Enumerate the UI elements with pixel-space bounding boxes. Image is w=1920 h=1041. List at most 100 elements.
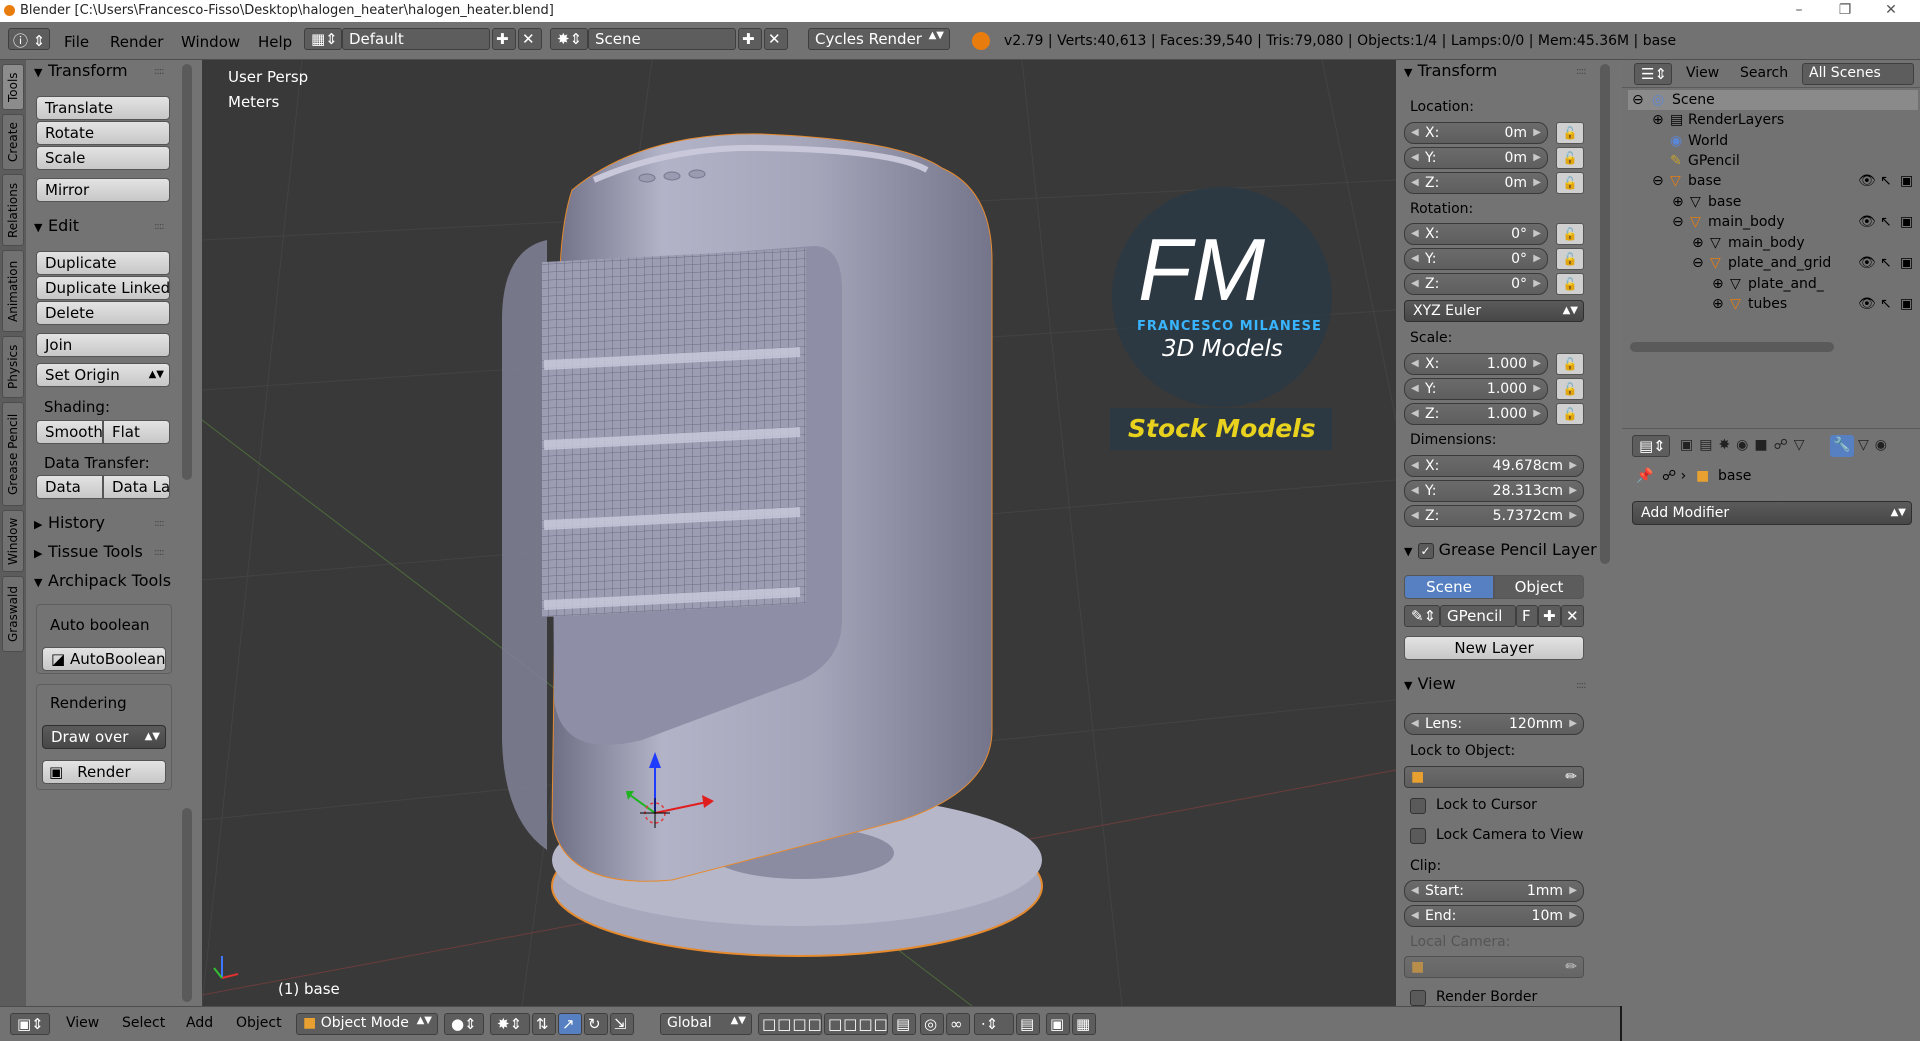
dimension-z-field[interactable]: ◀ Z: 5.7372cm ▶ [1404, 505, 1584, 527]
translate-button[interactable]: Translate [36, 96, 170, 120]
archipack-panel-header[interactable]: ▼ Archipack Tools [34, 571, 171, 590]
outliner-view-menu[interactable]: View [1686, 65, 1719, 81]
eyedropper-icon[interactable]: ✏ [1565, 767, 1577, 787]
tab-window[interactable]: Window [2, 510, 24, 572]
lock-camera-checkbox[interactable] [1410, 828, 1426, 844]
lens-field[interactable]: ◀ Lens: 120mm ▶ [1404, 713, 1584, 735]
expand-icon[interactable]: ⊕ [1712, 296, 1724, 312]
gp-pencil-icon[interactable]: ✎⇕ [1404, 605, 1440, 627]
eye-icon[interactable]: 👁 [1858, 255, 1876, 271]
outliner-item-renderlayers[interactable]: RenderLayers [1688, 112, 1784, 128]
eye-icon[interactable]: 👁 [1858, 214, 1876, 230]
lock-icon[interactable]: 🔓 [1556, 353, 1584, 375]
cursor-select-icon[interactable]: ↖ [1880, 173, 1892, 189]
outliner-item-base-mesh[interactable]: base [1708, 194, 1741, 210]
editor-type-button[interactable]: ⓘ ⇕ [8, 28, 50, 50]
outliner-item-tubes[interactable]: tubes [1748, 296, 1787, 312]
render-toggle-icon[interactable]: ▣ [1900, 173, 1913, 189]
layers-grid-2[interactable]: □□□□□ [824, 1013, 888, 1035]
rotation-z-field[interactable]: ◀ Z: 0° ▶ [1404, 273, 1548, 295]
outliner-hscrollbar[interactable] [1630, 342, 1834, 352]
scale-y-field[interactable]: ◀ Y: 1.000 ▶ [1404, 378, 1548, 400]
dimension-y-field[interactable]: ◀ Y: 28.313cm ▶ [1404, 480, 1584, 502]
snap-icon[interactable]: ⋅⇕ [974, 1013, 1014, 1035]
scale-button[interactable]: Scale [36, 146, 170, 170]
menu-view[interactable]: View [66, 1015, 99, 1031]
snap-target-icon[interactable]: ▤ [1016, 1013, 1040, 1035]
edit-panel-header[interactable]: ▼ Edit [34, 216, 79, 235]
gp-add-icon[interactable]: ✚ [1538, 605, 1561, 627]
tab-animation[interactable]: Animation [2, 250, 24, 332]
lock-object-field[interactable]: ■ ✏ [1404, 766, 1584, 788]
mode-dropdown[interactable]: ■ Object Mode ▲▼ [296, 1013, 438, 1035]
outliner-scope-dropdown[interactable]: All Scenes [1802, 63, 1914, 85]
new-layer-button[interactable]: New Layer [1404, 636, 1584, 660]
expand-icon[interactable]: ⊖ [1692, 255, 1704, 271]
menu-add[interactable]: Add [186, 1015, 213, 1031]
render-border-checkbox[interactable] [1410, 990, 1426, 1006]
clip-end-field[interactable]: ◀ End: 10m ▶ [1404, 905, 1584, 927]
tab-physics[interactable]: Physics [2, 336, 24, 398]
close-icon[interactable]: ✕ [1868, 0, 1914, 22]
history-panel-header[interactable]: ▶ History [34, 513, 105, 532]
layout-selector[interactable]: Default [342, 28, 490, 50]
scene-icon[interactable]: ✸⇕ [550, 28, 588, 50]
lock-icon[interactable]: 🔓 [1556, 223, 1584, 245]
gp-remove-icon[interactable]: ✕ [1561, 605, 1584, 627]
lock-icon[interactable]: 🔓 [1556, 378, 1584, 400]
outliner-item-base[interactable]: base [1688, 173, 1721, 189]
properties-editor-icon[interactable]: ▤⇕ [1632, 435, 1670, 457]
data-button[interactable]: Data [36, 475, 103, 499]
tissue-panel-header[interactable]: ▶ Tissue Tools [34, 542, 143, 561]
lock-icon[interactable]: 🔓 [1556, 273, 1584, 295]
gp-object-button[interactable]: Object [1494, 575, 1584, 599]
shading-mode-icon[interactable]: ●⇕ [444, 1013, 484, 1035]
outliner-editor-icon[interactable]: ☰⇕ [1634, 63, 1672, 85]
pin-icon[interactable]: 📌 [1636, 468, 1653, 484]
tab-grease-pencil[interactable]: Grease Pencil [2, 402, 24, 506]
lock-icon[interactable]: 🔓 [1556, 147, 1584, 169]
expand-icon[interactable]: ⊕ [1672, 194, 1684, 210]
n-transform-header[interactable]: ▼ Transform [1404, 61, 1497, 80]
drag-grip-icon[interactable]: :::: [1576, 66, 1592, 77]
set-origin-dropdown[interactable]: Set Origin ▲▼ [36, 363, 170, 387]
delete-button[interactable]: Delete [36, 301, 170, 325]
render-anim-icon[interactable]: ▦ [1072, 1013, 1096, 1035]
gp-name-field[interactable]: GPencil [1440, 605, 1516, 627]
tool-shelf-scrollbar[interactable] [182, 64, 192, 480]
tool-shelf-scrollbar-lower[interactable] [182, 808, 192, 1002]
orientation-dropdown[interactable]: Global ▲▼ [660, 1013, 752, 1035]
falloff-icon[interactable]: ∞ [946, 1013, 970, 1035]
wrench-icon[interactable]: 🔧 [1830, 435, 1854, 457]
menu-select[interactable]: Select [122, 1015, 165, 1031]
render-engine-selector[interactable]: Cycles Render ▲▼ [808, 28, 950, 50]
render-toggle-icon[interactable]: ▣ [1900, 255, 1913, 271]
tab-relations[interactable]: Relations [2, 174, 24, 246]
expand-icon[interactable]: ⊕ [1652, 112, 1664, 128]
smooth-button[interactable]: Smooth [36, 420, 103, 444]
layers-grid-1[interactable]: □□□□□ [758, 1013, 822, 1035]
lock-icon[interactable]: 🔓 [1556, 122, 1584, 144]
outliner-item-gpencil[interactable]: GPencil [1688, 153, 1740, 169]
editor-type-3d-icon[interactable]: ▣⇕ [10, 1013, 50, 1035]
manipulator-toggle-icon[interactable]: ⇅ [532, 1013, 556, 1035]
draw-over-dropdown[interactable]: Draw over ▲▼ [42, 725, 166, 749]
autoboolean-button[interactable]: ◪ AutoBoolean [42, 647, 166, 671]
render-toggle-icon[interactable]: ▣ [1900, 296, 1913, 312]
menu-render[interactable]: Render [110, 33, 163, 51]
gp-scene-button[interactable]: Scene [1404, 575, 1494, 599]
scene-selector[interactable]: Scene [588, 28, 736, 50]
transform-panel-header[interactable]: ▼ Transform [34, 61, 128, 80]
join-button[interactable]: Join [36, 333, 170, 357]
menu-window[interactable]: Window [181, 33, 240, 51]
duplicate-button[interactable]: Duplicate [36, 251, 170, 275]
flat-button[interactable]: Flat [103, 420, 170, 444]
properties-context-icons[interactable]: ▣▤✸◉■☍▽ [1680, 437, 1811, 453]
rotate-manipulator-icon[interactable]: ↻ [584, 1013, 608, 1035]
scene-remove-icon[interactable]: ✕ [764, 28, 788, 50]
outliner-item-world[interactable]: World [1688, 133, 1728, 149]
expand-icon[interactable]: ⊖ [1652, 173, 1664, 189]
outliner-item-scene[interactable]: Scene [1672, 92, 1715, 108]
menu-object[interactable]: Object [236, 1015, 282, 1031]
cursor-select-icon[interactable]: ↖ [1880, 296, 1892, 312]
